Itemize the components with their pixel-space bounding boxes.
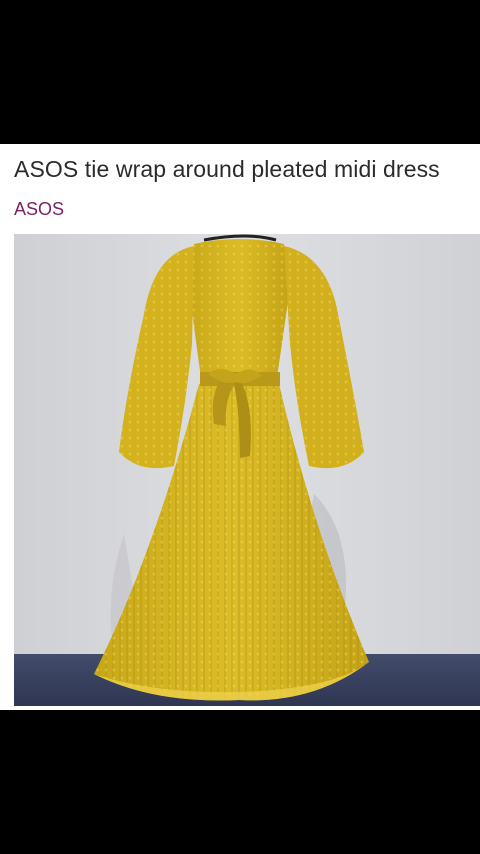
dress-photo-illustration bbox=[14, 234, 480, 706]
top-letterbox bbox=[0, 0, 480, 144]
product-photo[interactable] bbox=[14, 234, 480, 706]
product-title[interactable]: ASOS tie wrap around pleated midi dress bbox=[14, 156, 474, 183]
bottom-letterbox bbox=[0, 710, 480, 854]
brand-link[interactable]: ASOS bbox=[14, 199, 64, 220]
post-card: ASOS tie wrap around pleated midi dress … bbox=[0, 144, 480, 710]
